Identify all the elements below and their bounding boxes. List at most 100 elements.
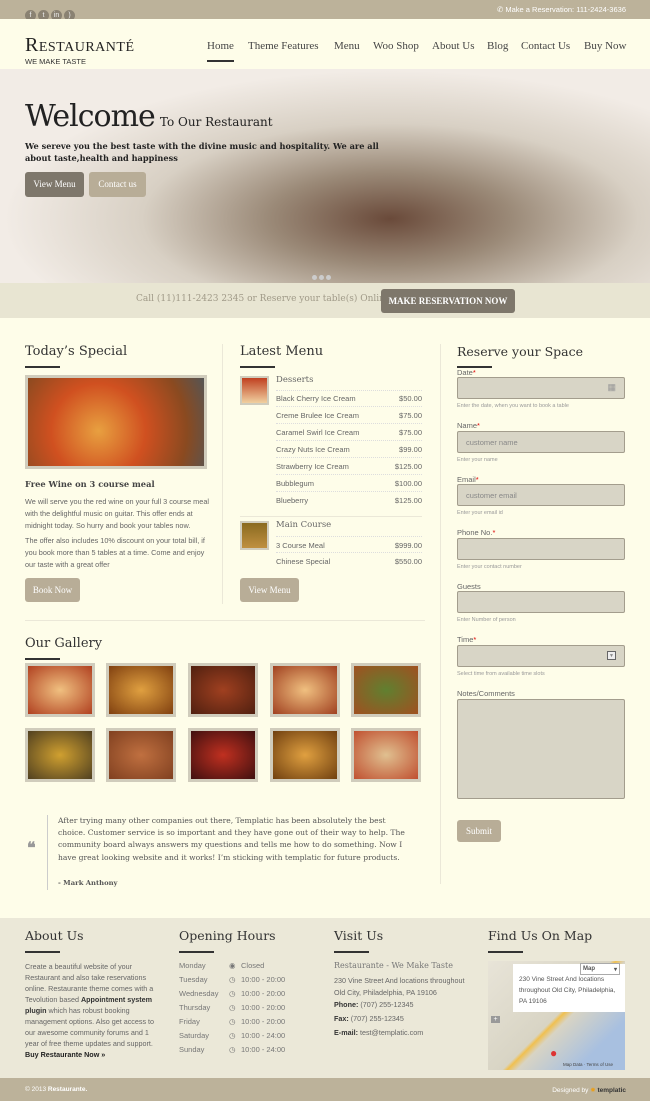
clock-icon: ◷: [229, 1031, 236, 1040]
map-title: Find Us On Map: [488, 928, 593, 953]
view-menu-button-2[interactable]: View Menu: [240, 578, 299, 602]
name-input[interactable]: customer name: [457, 431, 625, 453]
tagline: WE MAKE TASTE: [25, 57, 86, 66]
map-pin-icon: ●: [550, 1046, 558, 1060]
phone-hint: Enter your contact number: [457, 564, 522, 570]
guests-input[interactable]: [457, 591, 625, 613]
quote-icon: ❝: [27, 840, 36, 857]
date-input[interactable]: ▦: [457, 377, 625, 399]
map-type-select[interactable]: Map ▾: [580, 963, 620, 975]
contact-us-button[interactable]: Contact us: [89, 172, 146, 197]
menu-category: Main Course: [276, 520, 332, 530]
hours-day: Wednesday: [179, 989, 219, 998]
logo[interactable]: Restauranté: [25, 34, 135, 57]
hours-time: 10:00 - 24:00: [241, 1031, 286, 1040]
email-input[interactable]: customer email: [457, 484, 625, 506]
visit-phone: Phone: (707) 255-12345: [334, 1000, 414, 1009]
dropdown-arrow-icon[interactable]: ▼: [607, 651, 616, 660]
clock-icon: ◷: [229, 1045, 236, 1054]
menu-item: Chinese Special $550.00: [276, 557, 422, 566]
cta-text: Call (11)111-2423 2345 or Reserve your t…: [136, 294, 391, 304]
map-links[interactable]: Map Data · Terms of Use: [563, 1062, 613, 1067]
clock-icon: ◉: [229, 961, 236, 970]
submit-button[interactable]: Submit: [457, 820, 501, 842]
hours-time: 10:00 - 20:00: [241, 1003, 286, 1012]
designer-credit[interactable]: Designed by ✸ templatic: [552, 1086, 626, 1094]
hours-time: 10:00 - 24:00: [241, 1045, 286, 1054]
special-text-2: The offer also includes 10% discount on …: [25, 536, 205, 569]
gallery-image[interactable]: [106, 728, 176, 782]
gallery-image[interactable]: [188, 728, 258, 782]
testimonial-author: - Mark Anthony: [58, 879, 118, 887]
book-now-button[interactable]: Book Now: [25, 578, 80, 602]
hours-day: Tuesday: [179, 975, 208, 984]
hours-time: Closed: [241, 961, 265, 970]
gallery-image[interactable]: [351, 663, 421, 717]
hours-day: Saturday: [179, 1031, 210, 1040]
time-select[interactable]: ▼: [457, 645, 625, 667]
special-text-1: We will serve you the red wine on your f…: [25, 497, 209, 530]
nav-contact-us[interactable]: Contact Us: [521, 40, 570, 52]
clock-icon: ◷: [229, 989, 236, 998]
menu-item: Black Cherry Ice Cream $50.00: [276, 390, 422, 407]
visit-email: E-mail: test@templatic.com: [334, 1028, 424, 1037]
calendar-icon[interactable]: ▦: [607, 382, 616, 393]
templatic-logo-icon: ✸: [590, 1087, 596, 1094]
buy-restaurante-link[interactable]: Buy Restaurante Now »: [25, 1050, 105, 1059]
hours-day: Sunday: [179, 1045, 205, 1054]
menu-item: Creme Brulee Ice Cream $75.00: [276, 407, 422, 424]
date-hint: Enter the date, when you want to book a …: [457, 403, 569, 409]
hours-day: Thursday: [179, 1003, 211, 1012]
hours-time: 10:00 - 20:00: [241, 989, 286, 998]
visit-address: 230 Vine Street And locations throughout…: [334, 976, 465, 997]
main-course-thumbnail: [240, 521, 269, 550]
hero-subtitle: To Our Restaurant: [159, 115, 273, 129]
zoom-in-button[interactable]: +: [491, 1016, 500, 1023]
nav-buy-now[interactable]: Buy Now: [584, 40, 626, 52]
column-divider: [440, 344, 441, 884]
clock-icon: ◷: [229, 975, 236, 984]
visit-name: Restaurante - We Make Taste: [334, 961, 453, 970]
notes-textarea[interactable]: [457, 699, 625, 799]
special-title: Today’s Special: [25, 344, 128, 368]
about-title: About Us: [25, 928, 84, 953]
about-text: Create a beautiful website of your Resta…: [25, 962, 155, 1059]
time-label: Time*: [457, 635, 477, 644]
gallery-image[interactable]: [188, 663, 258, 717]
name-hint: Enter your name: [457, 457, 498, 463]
google-map[interactable]: 230 Vine Street And locations throughout…: [488, 961, 625, 1070]
gallery-image[interactable]: [351, 728, 421, 782]
gallery-image[interactable]: [106, 663, 176, 717]
hero-text: We sereve you the best taste with the di…: [25, 141, 379, 163]
menu-item: Bubblegum $100.00: [276, 475, 422, 492]
visit-title: Visit Us: [334, 928, 384, 953]
clock-icon: ◷: [229, 1017, 236, 1026]
nav-woo-shop[interactable]: Woo Shop: [373, 40, 419, 52]
special-image: [25, 375, 207, 469]
testimonial-text: After trying many other companies out th…: [58, 816, 405, 862]
menu-item: Blueberry $125.00: [276, 496, 422, 505]
guests-label: Guests: [457, 582, 481, 591]
nav-blog[interactable]: Blog: [487, 40, 508, 52]
name-label: Name*: [457, 421, 480, 430]
gallery-image[interactable]: [270, 728, 340, 782]
slider-dots[interactable]: [312, 267, 331, 283]
desserts-thumbnail: [240, 376, 269, 405]
gallery-image[interactable]: [25, 728, 95, 782]
phone-input[interactable]: [457, 538, 625, 560]
nav-home[interactable]: Home: [207, 40, 234, 62]
gallery-title: Our Gallery: [25, 636, 103, 660]
nav-menu[interactable]: Menu: [334, 40, 360, 52]
gallery-image[interactable]: [25, 663, 95, 717]
reserve-title: Reserve your Space: [457, 344, 584, 368]
gallery-image[interactable]: [270, 663, 340, 717]
nav-about-us[interactable]: About Us: [432, 40, 474, 52]
menu-item: Crazy Nuts Ice Cream $99.00: [276, 441, 422, 458]
clock-icon: ◷: [229, 1003, 236, 1012]
make-reservation-button[interactable]: MAKE RESERVATION NOW: [381, 289, 515, 313]
nav-theme-features[interactable]: Theme Features: [248, 40, 319, 52]
top-bar: f t in) ✆ Make a Reservation: 111-2424-363…: [0, 0, 650, 21]
view-menu-button[interactable]: View Menu: [25, 172, 84, 197]
menu-item: Caramel Swirl Ice Cream $75.00: [276, 424, 422, 441]
special-heading: Free Wine on 3 course meal: [25, 479, 155, 489]
